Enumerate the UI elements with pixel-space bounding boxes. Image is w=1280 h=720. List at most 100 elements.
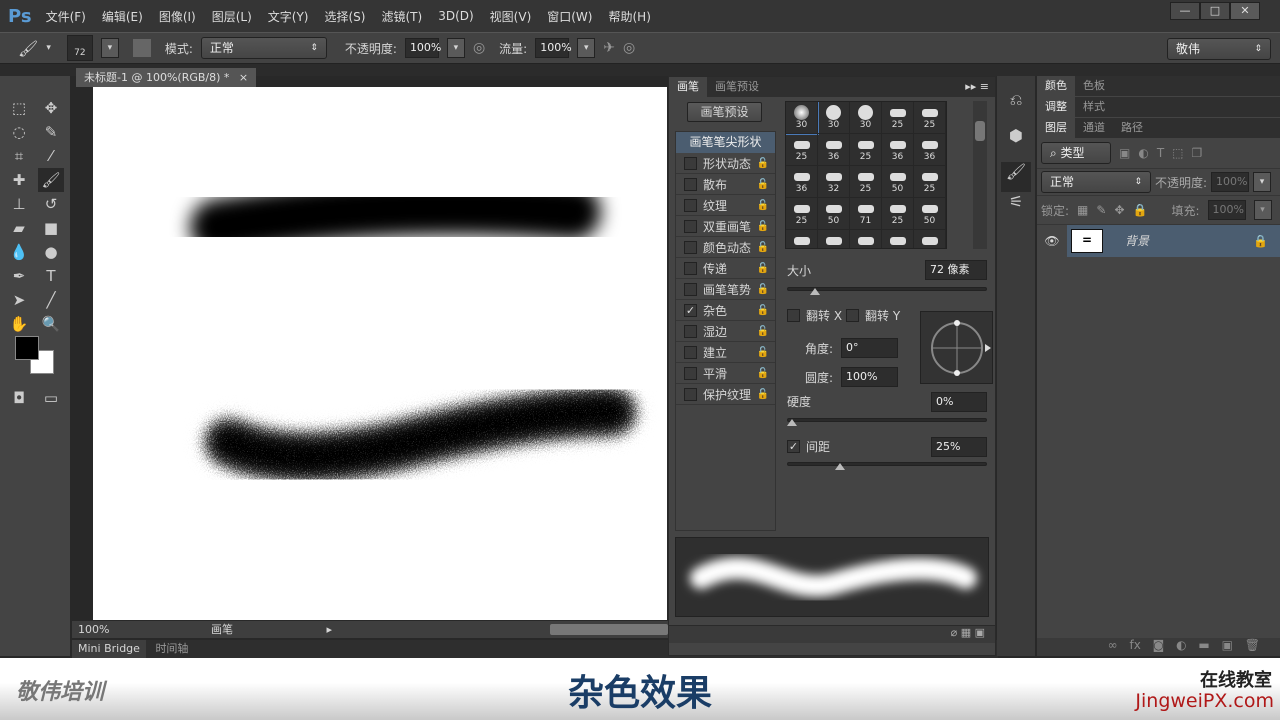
quick-select-tool-icon[interactable]: ✎ xyxy=(38,120,64,144)
new-brush-icon[interactable]: ▣ xyxy=(975,626,985,639)
3d-icon[interactable]: ⬢ xyxy=(997,126,1035,162)
menu-layer[interactable]: 图层(L) xyxy=(212,8,252,25)
lock-icon[interactable]: 🔓 xyxy=(757,305,769,316)
minimize-button[interactable]: — xyxy=(1170,2,1200,20)
menu-help[interactable]: 帮助(H) xyxy=(608,8,650,25)
menu-window[interactable]: 窗口(W) xyxy=(547,8,592,25)
flip-y-checkbox[interactable] xyxy=(846,309,860,322)
mode-select[interactable]: 正常 ⇕ xyxy=(200,37,327,59)
zoom-tool-icon[interactable]: 🔍 xyxy=(38,312,64,336)
brush-tip-cell[interactable] xyxy=(850,230,882,248)
brush-tip-cell[interactable]: 36 xyxy=(786,166,818,198)
pen-tool-icon[interactable]: ✒ xyxy=(6,264,32,288)
quick-mask-icon[interactable]: ◘ xyxy=(6,386,32,410)
lock-icon[interactable]: 🔓 xyxy=(757,221,769,232)
spacing-slider[interactable] xyxy=(787,462,987,473)
lock-transparency-icon[interactable]: ▦ xyxy=(1077,203,1088,217)
filter-smart-icon[interactable]: ❐ xyxy=(1192,146,1203,160)
brush-tool-icon[interactable]: 🖌 xyxy=(18,39,38,58)
status-menu-arrow[interactable]: ▸ xyxy=(326,623,332,636)
airbrush-icon[interactable]: ✈ xyxy=(603,40,615,56)
brush-tip-cell[interactable]: 50 xyxy=(882,166,914,198)
brush-panel-icon[interactable]: 🖌 xyxy=(1001,162,1031,192)
menu-file[interactable]: 文件(F) xyxy=(46,8,86,25)
tab-swatches[interactable]: 色板 xyxy=(1075,76,1113,96)
brush-option-checkbox[interactable] xyxy=(684,282,697,296)
brush-tip-cell[interactable]: 25 xyxy=(786,198,818,230)
brush-option-checkbox[interactable] xyxy=(684,219,697,233)
lasso-tool-icon[interactable]: ◌ xyxy=(6,120,32,144)
menu-3d[interactable]: 3D(D) xyxy=(438,9,473,23)
marquee-tool-icon[interactable]: ⬚ xyxy=(6,96,32,120)
brush-tip-shape-option[interactable]: 画笔笔尖形状 xyxy=(676,132,775,153)
lock-pixels-icon[interactable]: ✎ xyxy=(1096,203,1106,217)
brush-presets-icon[interactable]: ⚟ xyxy=(997,192,1035,222)
brush-tip-cell[interactable]: 32 xyxy=(818,166,850,198)
brush-option-row[interactable]: 传递 🔓 xyxy=(676,258,775,279)
spacing-checkbox[interactable]: ✓ xyxy=(787,440,800,453)
brush-option-checkbox[interactable] xyxy=(684,345,697,359)
brush-tip-cell[interactable]: 36 xyxy=(882,134,914,166)
lock-position-icon[interactable]: ✥ xyxy=(1114,203,1124,217)
layer-filter-select[interactable]: ⌕ 类型 xyxy=(1041,142,1111,164)
tab-brush[interactable]: 画笔 xyxy=(669,77,707,97)
brush-tip-cell[interactable]: 25 xyxy=(914,102,946,134)
adjustment-layer-icon[interactable]: ◐ xyxy=(1176,638,1186,652)
brush-tip-cell[interactable]: 25 xyxy=(786,134,818,166)
line-tool-icon[interactable]: ╱ xyxy=(38,288,64,312)
brush-tip-cell[interactable]: 25 xyxy=(882,198,914,230)
horizontal-scrollbar[interactable] xyxy=(550,624,668,635)
stamp-tool-icon[interactable]: ⊥ xyxy=(6,192,32,216)
fill-dropdown[interactable]: ▾ xyxy=(1253,200,1272,220)
brush-tip-cell[interactable] xyxy=(882,230,914,248)
brush-preset-dropdown[interactable]: ▾ xyxy=(100,38,119,58)
crop-tool-icon[interactable]: ⌗ xyxy=(6,144,32,168)
brush-option-row[interactable]: 平滑 🔓 xyxy=(676,363,775,384)
new-group-icon[interactable]: ▬ xyxy=(1198,638,1209,652)
eyedropper-tool-icon[interactable]: ⁄ xyxy=(38,144,64,168)
brush-tool-icon[interactable]: 🖌 xyxy=(38,168,64,192)
brush-option-row[interactable]: 建立 🔓 xyxy=(676,342,775,363)
brush-tip-cell[interactable]: 71 xyxy=(850,198,882,230)
blend-mode-select[interactable]: 正常 ⇕ xyxy=(1041,171,1151,193)
brush-tip-cell[interactable]: 25 xyxy=(850,166,882,198)
filter-adjust-icon[interactable]: ◐ xyxy=(1138,146,1148,160)
pressure-opacity-icon[interactable]: ◎ xyxy=(473,40,485,56)
new-layer-icon[interactable]: ▣ xyxy=(1222,638,1233,652)
lock-icon[interactable]: 🔓 xyxy=(757,389,769,400)
brush-editor-icon[interactable]: ▦ xyxy=(961,626,975,639)
menu-edit[interactable]: 编辑(E) xyxy=(102,8,143,25)
lock-all-icon[interactable]: 🔒 xyxy=(1133,203,1148,217)
move-tool-icon[interactable]: ✥ xyxy=(38,96,64,120)
lock-icon[interactable]: 🔓 xyxy=(757,284,769,295)
history-brush-icon[interactable]: ↺ xyxy=(38,192,64,216)
layer-opacity-dropdown[interactable]: ▾ xyxy=(1253,172,1272,192)
visibility-eye-icon[interactable]: 👁 xyxy=(1037,234,1067,248)
tab-brush-presets[interactable]: 画笔预设 xyxy=(707,77,767,97)
brush-option-checkbox[interactable] xyxy=(684,177,697,191)
status-info[interactable]: 画笔 xyxy=(211,623,233,636)
hand-tool-icon[interactable]: ✋ xyxy=(6,312,32,336)
screen-mode-icon[interactable]: ▭ xyxy=(38,386,64,410)
lock-icon[interactable]: 🔓 xyxy=(757,242,769,253)
brush-preset-picker[interactable]: 72 xyxy=(66,35,93,61)
brush-option-row[interactable]: 形状动态 🔓 xyxy=(676,153,775,174)
flip-x-checkbox[interactable] xyxy=(787,309,800,322)
layer-name[interactable]: 背景 xyxy=(1125,232,1149,249)
lock-icon[interactable]: 🔓 xyxy=(757,368,769,379)
angle-roundness-widget[interactable] xyxy=(920,311,993,384)
add-mask-icon[interactable]: ◙ xyxy=(1153,638,1165,652)
brush-tip-cell[interactable]: 30 xyxy=(786,102,819,135)
hardness-input[interactable]: 0% xyxy=(931,392,987,412)
brush-tip-cell[interactable]: 25 xyxy=(850,134,882,166)
brush-option-checkbox[interactable] xyxy=(684,387,697,401)
lock-icon[interactable]: 🔓 xyxy=(757,326,769,337)
menu-filter[interactable]: 滤镜(T) xyxy=(381,8,422,25)
brush-option-row[interactable]: 散布 🔓 xyxy=(676,174,775,195)
brush-option-row[interactable]: 画笔笔势 🔓 xyxy=(676,279,775,300)
eraser-tool-icon[interactable]: ▰ xyxy=(6,216,32,240)
opacity-dropdown[interactable]: ▾ xyxy=(446,38,465,58)
close-tab-icon[interactable]: × xyxy=(239,71,248,84)
filter-pixel-icon[interactable]: ▣ xyxy=(1119,146,1130,160)
layer-opacity-input[interactable]: 100% xyxy=(1211,172,1250,192)
